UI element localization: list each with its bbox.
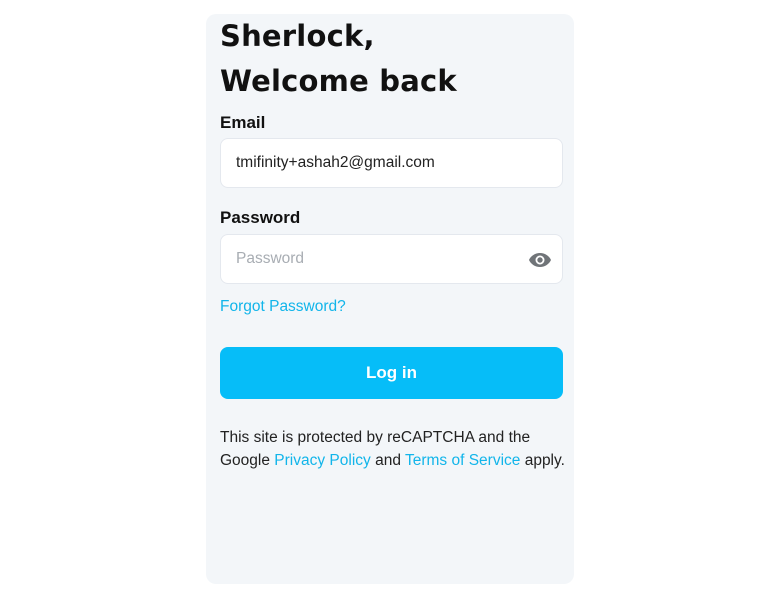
email-label: Email [220,113,266,132]
recaptcha-text-end: apply. [520,452,565,469]
password-label: Password [220,208,301,227]
greeting-welcome: Welcome back [220,64,457,98]
privacy-policy-link[interactable]: Privacy Policy [274,452,370,469]
email-field[interactable] [236,139,526,187]
forgot-password-link[interactable]: Forgot Password? [220,298,346,316]
show-password-button[interactable] [528,248,552,272]
email-field-container [220,138,563,188]
greeting-heading: Sherlock, Welcome back [220,14,560,104]
login-card: Sherlock, Welcome back Email Password Fo… [206,14,574,584]
eye-icon [529,253,551,267]
terms-of-service-link[interactable]: Terms of Service [405,452,520,469]
password-field-container [220,234,563,284]
recaptcha-text-and: and [370,452,405,469]
login-button[interactable]: Log in [220,347,563,399]
greeting-name: Sherlock, [220,19,375,53]
password-field[interactable] [236,235,526,283]
recaptcha-notice: This site is protected by reCAPTCHA and … [220,426,570,472]
